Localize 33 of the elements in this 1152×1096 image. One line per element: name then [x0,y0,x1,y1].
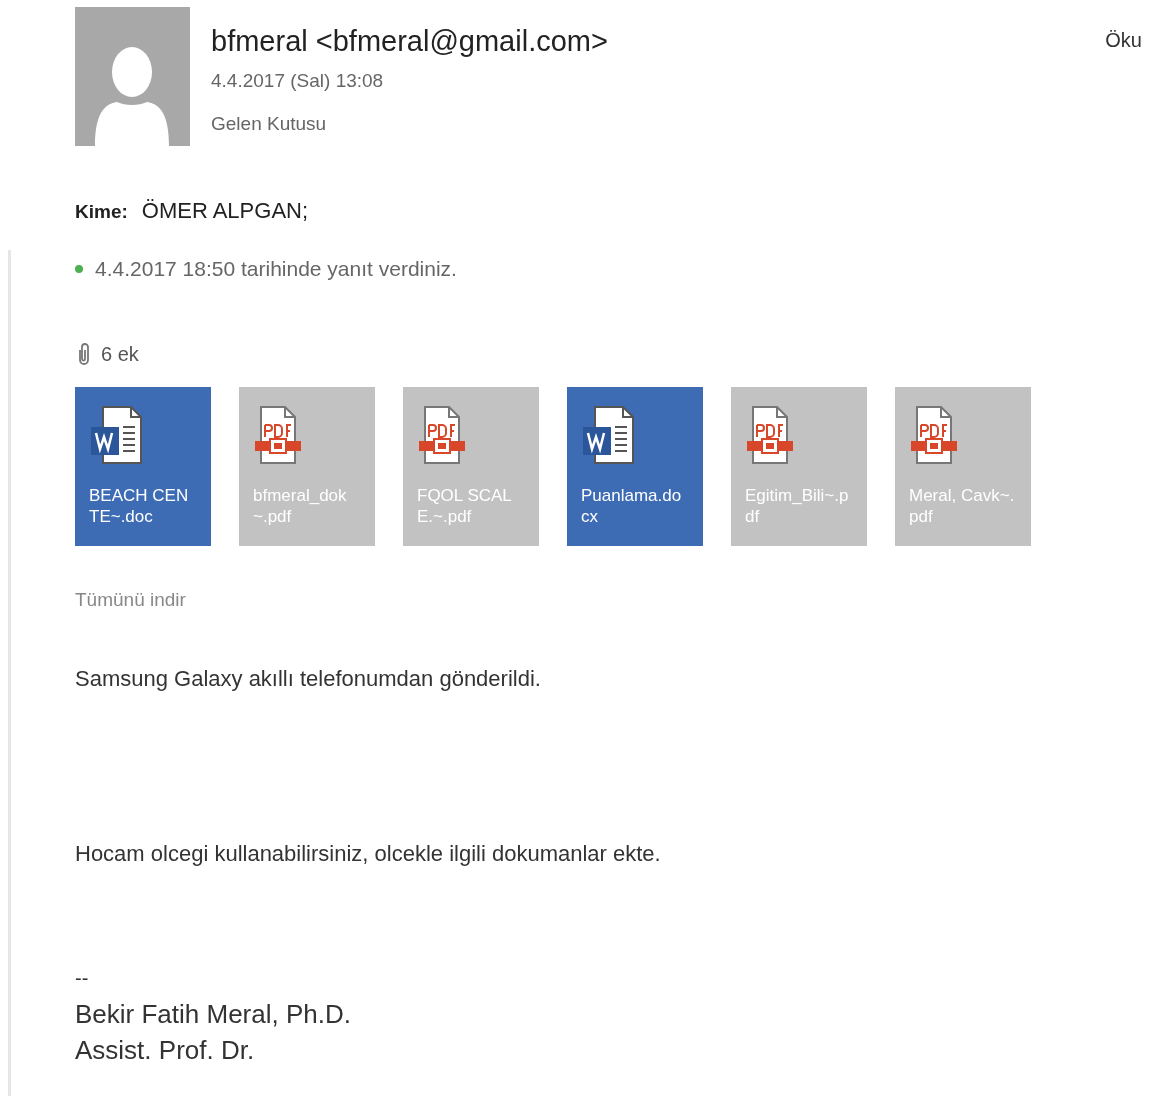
attachment-tile[interactable]: Puanlama.docx [567,386,703,546]
attachment-tile[interactable]: FQOL SCALE.~.pdf [403,386,539,546]
signature-line: Bekir Fatih Meral, Ph.D. [75,998,352,1031]
signature-line: Assist. Prof. Dr. [75,1034,256,1067]
body-paragraph: Hocam olcegi kullanabilirsiniz, olcekle ilgili dokumanlar ekte. [75,840,662,868]
read-button[interactable]: Öku [1105,25,1142,55]
attachment-name: BEACH CENTE~.doc [89,484,190,527]
word-document-icon [581,404,637,467]
attachment-name: Egitim_Bili~.pdf [745,484,850,527]
attachment-tile[interactable]: bfmeral_dok~.pdf [239,386,375,546]
attachment-tile[interactable]: Meral, Cavk~.pdf [895,386,1031,546]
folder-name: Gelen Kutusu [211,111,328,136]
pdf-document-icon [909,404,959,467]
sender-name: bfmeral <bfmeral@gmail.com> [211,24,609,59]
avatar-icon [75,7,190,146]
attachment-count: 6 ek [101,341,139,367]
attachment-tile[interactable]: Egitim_Bili~.pdf [731,386,867,546]
pdf-document-icon [253,404,303,467]
pdf-document-icon [417,404,467,467]
attachment-tile[interactable]: BEACH CENTE~.doc [75,386,211,546]
attachment-name: bfmeral_dok~.pdf [253,484,348,527]
word-document-icon [89,404,145,467]
pdf-document-icon [745,404,795,467]
attachment-name: Meral, Cavk~.pdf [909,484,1016,527]
attachment-name: FQOL SCALE.~.pdf [417,484,513,527]
signature-line: -- [75,966,90,991]
message-date: 4.4.2017 (Sal) 13:08 [211,69,385,93]
attachment-name: Puanlama.docx [581,484,683,527]
reply-status: 4.4.2017 18:50 tarihinde yanıt verdiniz. [95,256,457,282]
recipient-name[interactable]: ÖMER ALPGAN; [141,194,309,227]
body-paragraph: Samsung Galaxy akıllı telefonumdan gönderildi. [75,665,542,693]
recipient-label: Kime: [75,200,128,224]
download-all-link[interactable]: Tümünü indir [75,585,186,614]
